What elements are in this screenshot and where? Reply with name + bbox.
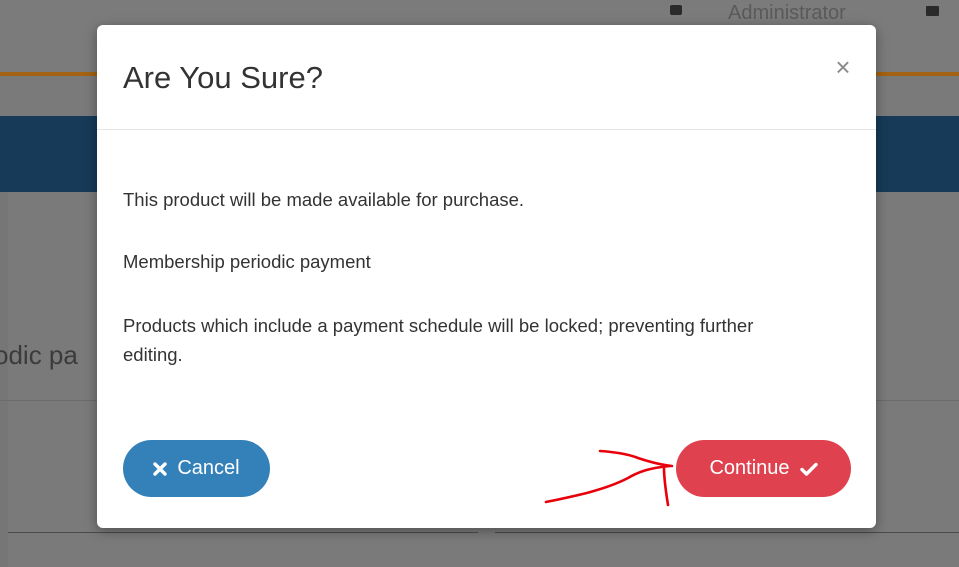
user-icon: [670, 4, 682, 15]
screen: Administrator odic pa Are You Sure? × Th…: [0, 0, 959, 567]
page-heading: odic pa: [0, 340, 78, 370]
continue-label: Continue: [709, 457, 790, 479]
cancel-button[interactable]: Cancel: [123, 440, 270, 497]
check-icon: [799, 462, 818, 476]
divider: [495, 532, 959, 533]
dialog-message: This product will be made available for …: [123, 189, 525, 210]
dialog-header: Are You Sure? ×: [97, 25, 876, 130]
user-name: Administrator: [728, 2, 846, 24]
folder-icon[interactable]: [926, 6, 939, 16]
page-left-edge: [0, 192, 8, 567]
user-menu[interactable]: Administrator: [670, 2, 846, 24]
confirm-dialog: Are You Sure? × This product will be mad…: [97, 25, 876, 528]
times-icon: [153, 461, 168, 476]
close-icon[interactable]: ×: [831, 54, 855, 80]
cancel-label: Cancel: [177, 457, 240, 479]
continue-button[interactable]: Continue: [676, 440, 851, 497]
product-name: Membership periodic payment: [123, 251, 371, 272]
dialog-title: Are You Sure?: [123, 60, 323, 95]
lock-warning: Products which include a payment schedul…: [123, 315, 754, 365]
divider: [8, 532, 478, 533]
